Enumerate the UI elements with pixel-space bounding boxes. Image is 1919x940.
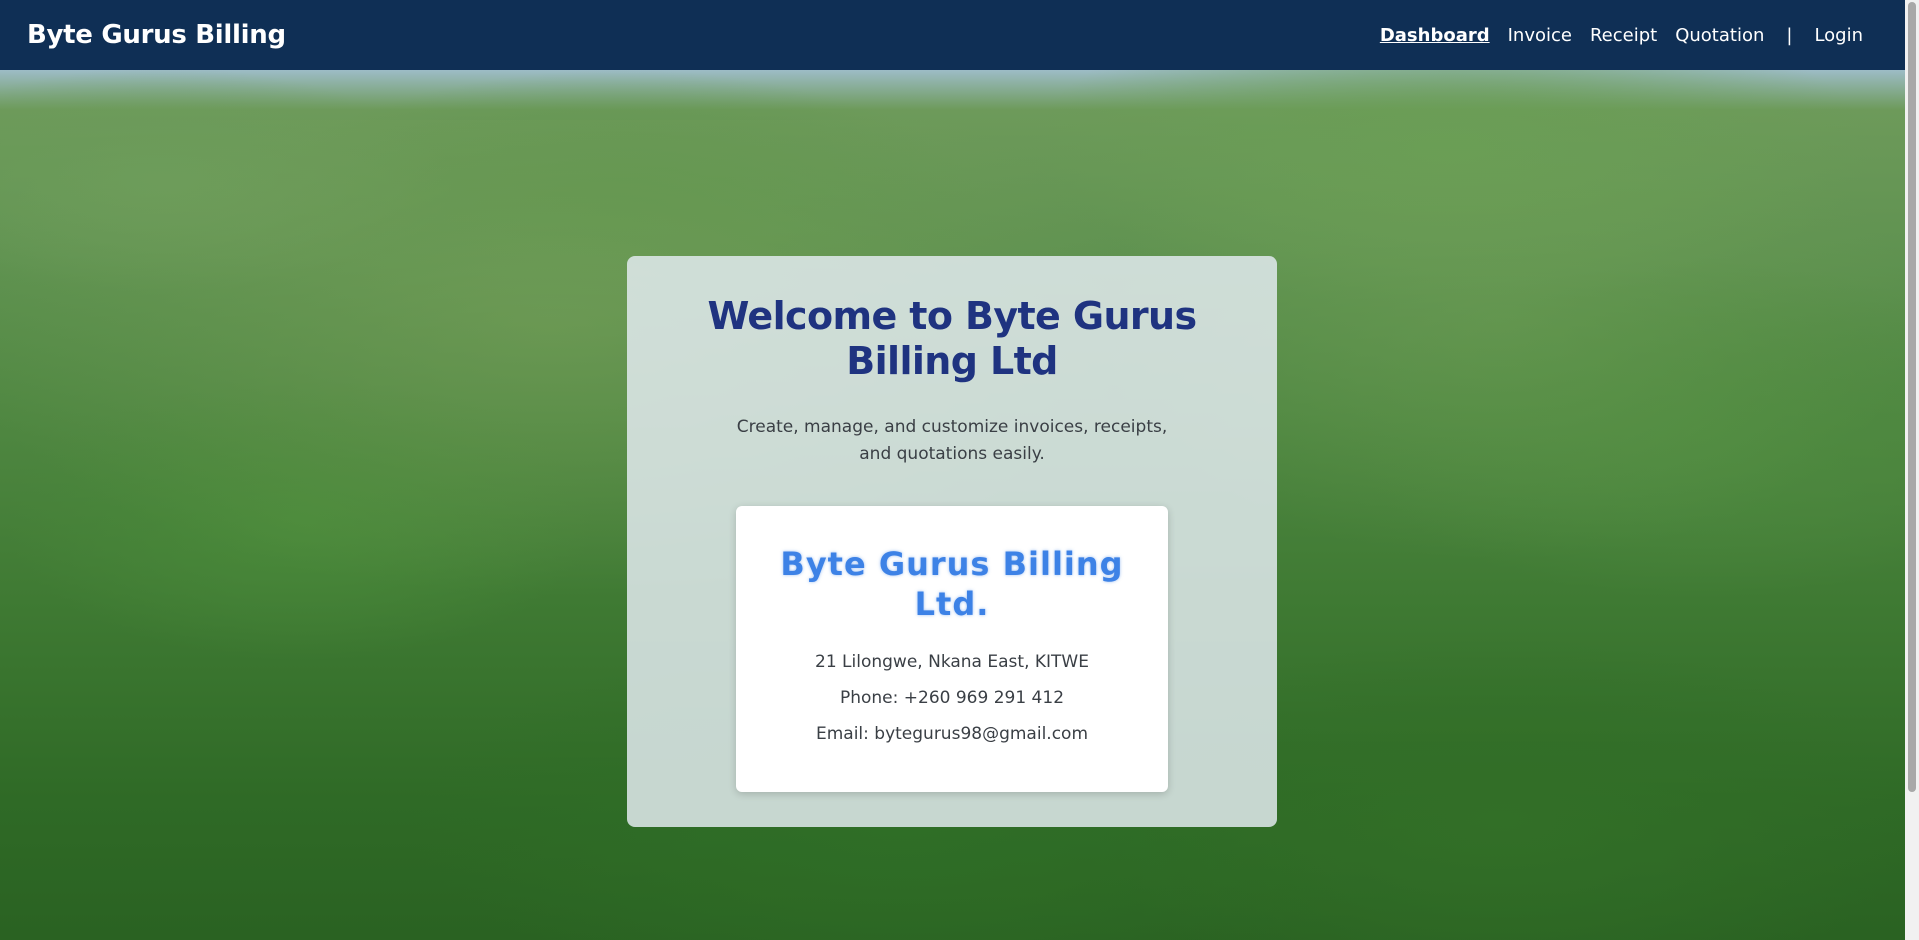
company-details: 21 Lilongwe, Nkana East, KITWE Phone: +2…: [736, 644, 1168, 752]
company-name: Byte Gurus Billing Ltd.: [780, 545, 1124, 623]
company-address: 21 Lilongwe, Nkana East, KITWE: [815, 652, 1089, 672]
nav-link-invoice[interactable]: Invoice: [1508, 25, 1572, 46]
nav-link-quotation[interactable]: Quotation: [1675, 25, 1764, 46]
welcome-card: Welcome to Byte Gurus Billing Ltd Create…: [627, 256, 1277, 827]
brand-logo-text[interactable]: Byte Gurus Billing: [27, 20, 286, 50]
nav-link-receipt[interactable]: Receipt: [1590, 25, 1657, 46]
welcome-tagline: Create, manage, and customize invoices, …: [736, 417, 1168, 464]
nav-link-login[interactable]: Login: [1814, 25, 1863, 46]
page: Byte Gurus Billing Dashboard Invoice Rec…: [0, 0, 1919, 940]
company-phone: Phone: +260 969 291 412: [839, 688, 1065, 708]
nav-link-dashboard[interactable]: Dashboard: [1380, 25, 1490, 46]
company-email: Email: bytegurus98@gmail.com: [815, 724, 1089, 744]
top-navbar: Byte Gurus Billing Dashboard Invoice Rec…: [0, 0, 1905, 70]
vertical-scrollbar[interactable]: [1905, 0, 1919, 940]
company-info-card: Byte Gurus Billing Ltd. 21 Lilongwe, Nka…: [736, 506, 1168, 792]
scrollbar-thumb[interactable]: [1908, 2, 1916, 792]
nav-separator: |: [1786, 24, 1793, 46]
nav-links: Dashboard Invoice Receipt Quotation | Lo…: [1380, 25, 1878, 46]
welcome-title: Welcome to Byte Gurus Billing Ltd: [707, 294, 1197, 383]
